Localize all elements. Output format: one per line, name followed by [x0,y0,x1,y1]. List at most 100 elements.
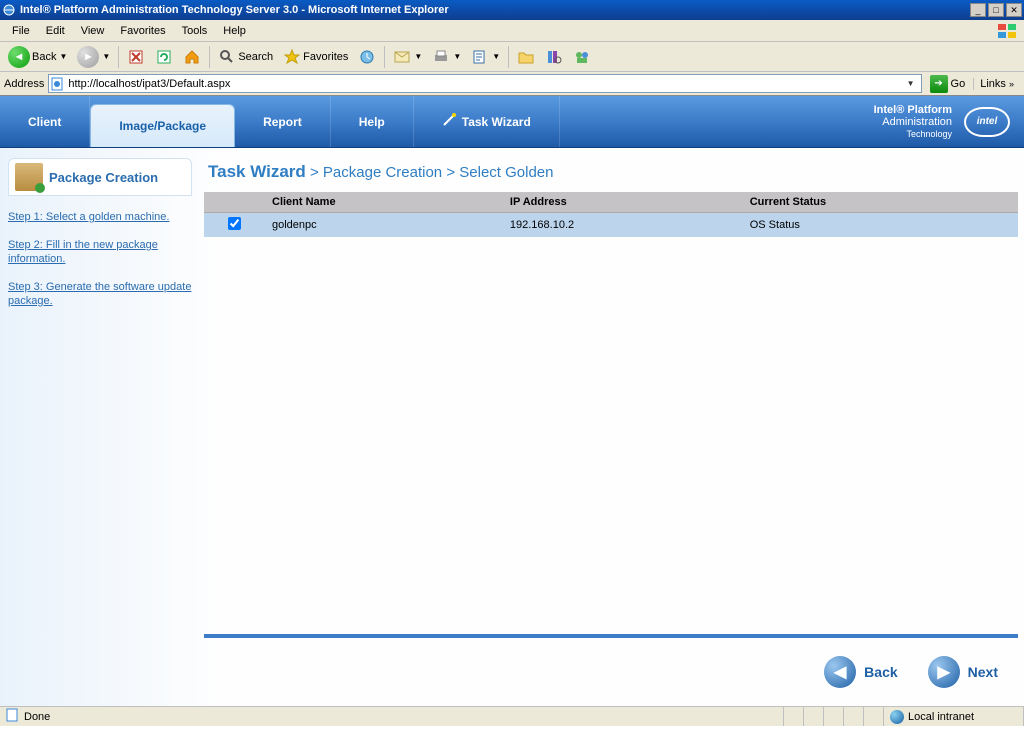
table-row[interactable]: goldenpc 192.168.10.2 OS Status [204,213,1018,238]
cell-current-status: OS Status [742,213,1018,238]
links-button[interactable]: Links » [973,78,1020,90]
history-button[interactable] [354,46,380,68]
go-button[interactable]: ➔ Go [926,75,970,93]
close-button[interactable]: ✕ [1006,3,1022,17]
th-ip-address[interactable]: IP Address [502,192,742,213]
menu-file[interactable]: File [4,23,38,39]
favorites-label: Favorites [303,51,348,63]
refresh-icon [155,48,173,66]
menu-edit[interactable]: Edit [38,23,73,39]
status-cell [844,707,864,726]
row-checkbox[interactable] [228,217,241,230]
print-icon [432,48,450,66]
search-button[interactable]: Search [214,46,277,68]
separator [384,46,385,68]
print-button[interactable]: ▼ [428,46,465,68]
cell-ip-address: 192.168.10.2 [502,213,742,238]
menu-view[interactable]: View [73,23,113,39]
back-arrow-icon: ◀ [824,656,856,688]
url-box[interactable]: ▼ [48,74,921,93]
breadcrumb-sep: > [446,164,459,181]
window-buttons: _ □ ✕ [970,3,1022,17]
windows-flag-icon [994,22,1020,40]
address-bar: Address ▼ ➔ Go Links » [0,72,1024,96]
research-button[interactable] [541,46,567,68]
folder-icon [517,48,535,66]
favorites-button[interactable]: Favorites [279,46,352,68]
app-nav: Client Image/Package Report Help Task Wi… [0,96,1024,148]
sidebar-title-text: Package Creation [49,170,158,185]
mail-icon [393,48,411,66]
th-client-name[interactable]: Client Name [264,192,502,213]
forward-button[interactable]: ► ▼ [73,44,114,70]
browser-toolbar: ◄ Back ▼ ► ▼ Search Favorites ▼ ▼ ▼ [0,42,1024,72]
step3-link[interactable]: Step 3: Generate the software update pac… [8,280,192,308]
tab-report[interactable]: Report [235,96,331,147]
client-table: Client Name IP Address Current Status go… [204,192,1018,237]
maximize-button[interactable]: □ [988,3,1004,17]
chevron-right-icon: » [1009,79,1014,89]
wizard-back-button[interactable]: ◀ Back [824,656,897,688]
menu-favorites[interactable]: Favorites [112,23,173,39]
breadcrumb-p1: Package Creation [323,164,442,181]
edit-button[interactable]: ▼ [467,46,504,68]
back-icon: ◄ [8,46,30,68]
globe-icon [890,710,904,724]
menu-tools[interactable]: Tools [174,23,216,39]
breadcrumb: Task Wizard > Package Creation > Select … [204,156,1018,192]
status-cell [864,707,884,726]
go-label: Go [951,78,966,90]
window-title: Intel® Platform Administration Technolog… [20,4,970,16]
status-zone-text: Local intranet [908,711,974,723]
separator [508,46,509,68]
mail-button[interactable]: ▼ [389,46,426,68]
tab-image-package[interactable]: Image/Package [90,104,235,147]
minimize-button[interactable]: _ [970,3,986,17]
home-icon [183,48,201,66]
sidebar: Package Creation Step 1: Select a golden… [0,148,200,706]
folder-button[interactable] [513,46,539,68]
status-done: Done [0,707,784,726]
th-current-status[interactable]: Current Status [742,192,1018,213]
home-button[interactable] [179,46,205,68]
tab-task-wizard[interactable]: Task Wizard [414,96,560,147]
step1-link[interactable]: Step 1: Select a golden machine. [8,210,192,224]
url-input[interactable] [68,76,902,91]
main-content: Task Wizard > Package Creation > Select … [200,148,1024,706]
breadcrumb-sep: > [310,164,323,181]
breadcrumb-p2: Select Golden [459,164,553,181]
step2-link[interactable]: Step 2: Fill in the new package informat… [8,238,192,266]
address-label: Address [4,78,44,90]
back-button[interactable]: ◄ Back ▼ [4,44,71,70]
tab-help[interactable]: Help [331,96,414,147]
page-icon [6,708,20,725]
refresh-button[interactable] [151,46,177,68]
intel-logo: intel [964,107,1010,137]
wand-icon [442,113,456,130]
forward-icon: ► [77,46,99,68]
wizard-nav: ◀ Back ▶ Next [204,634,1018,706]
stop-button[interactable] [123,46,149,68]
chevron-down-icon: ▼ [102,52,110,61]
status-done-text: Done [24,711,50,723]
url-dropdown[interactable]: ▼ [903,79,919,88]
links-label: Links [980,78,1006,90]
table-header-row: Client Name IP Address Current Status [204,192,1018,213]
messenger-icon [573,48,591,66]
separator [209,46,210,68]
menu-help[interactable]: Help [215,23,254,39]
stop-icon [127,48,145,66]
wizard-next-button[interactable]: ▶ Next [928,656,998,688]
tab-client[interactable]: Client [0,96,90,147]
separator [118,46,119,68]
package-icon [15,163,43,191]
wizard-next-label: Next [968,664,998,680]
go-icon: ➔ [930,75,948,93]
wizard-back-label: Back [864,664,897,680]
brand-text: Intel® Platform Administration Technolog… [874,104,952,140]
search-label: Search [238,51,273,63]
books-icon [545,48,563,66]
app-body: Package Creation Step 1: Select a golden… [0,148,1024,706]
messenger-button[interactable] [569,46,595,68]
window-titlebar: Intel® Platform Administration Technolog… [0,0,1024,20]
